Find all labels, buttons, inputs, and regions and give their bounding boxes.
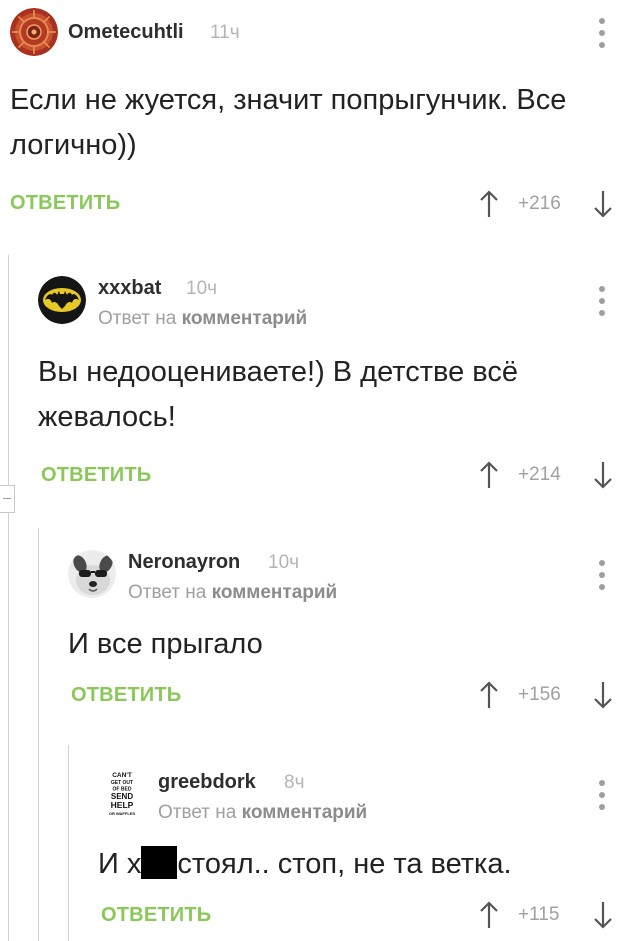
more-options-icon[interactable] xyxy=(593,286,611,318)
arrow-down-icon[interactable] xyxy=(592,680,614,710)
reply-to-info: Ответ на комментарий xyxy=(98,308,307,330)
reply-button[interactable]: ОТВЕТИТЬ xyxy=(10,192,120,215)
arrow-up-icon[interactable] xyxy=(478,900,500,930)
reply-to-info: Ответ на комментарий xyxy=(128,582,337,604)
comment-text-start: И х xyxy=(98,848,142,880)
avatar-text-line-2: GET OUT xyxy=(111,780,133,786)
arrow-down-icon[interactable] xyxy=(592,900,614,930)
rating-value: +156 xyxy=(518,684,561,705)
comment-text: И х стоял.. стоп, не та ветка. xyxy=(98,842,578,887)
comment-text-end: стоял.. стоп, не та ветка. xyxy=(177,848,512,880)
reply-to-info: Ответ на комментарий xyxy=(158,802,367,824)
avatar-text-line-1: CAN'T xyxy=(112,772,132,779)
comment-author[interactable]: greebdork xyxy=(158,771,256,794)
batman-logo-avatar[interactable] xyxy=(38,276,86,324)
reply-button[interactable]: ОТВЕТИТЬ xyxy=(71,684,181,707)
dog-with-sunglasses-avatar[interactable] xyxy=(68,550,116,598)
comment-author[interactable]: Neronayron xyxy=(128,551,240,574)
comment-time: 8ч xyxy=(284,772,305,793)
aztec-calendar-avatar[interactable] xyxy=(10,8,58,56)
arrow-up-icon[interactable] xyxy=(478,680,500,710)
thread-line-level-3 xyxy=(68,745,69,941)
reply-to-link[interactable]: комментарий xyxy=(242,802,368,823)
arrow-up-icon[interactable] xyxy=(478,189,500,219)
reply-to-prefix: Ответ на xyxy=(128,582,207,603)
comment-time: 10ч xyxy=(186,278,218,299)
comment-xxxbat: xxxbat 10ч Ответ на комментарий Вы недоо… xyxy=(38,276,620,506)
collapse-thread-button[interactable] xyxy=(0,485,15,513)
censor-block xyxy=(141,846,178,879)
reply-button[interactable]: ОТВЕТИТЬ xyxy=(41,464,151,487)
thread-line-level-2 xyxy=(38,528,39,941)
more-options-icon[interactable] xyxy=(593,780,611,812)
reply-button[interactable]: ОТВЕТИТЬ xyxy=(101,904,211,927)
reply-to-prefix: Ответ на xyxy=(98,308,177,329)
thread-line-level-1 xyxy=(8,255,9,941)
comment-text: Если не жуется, значит попрыгунчик. Все … xyxy=(10,84,567,161)
arrow-up-icon[interactable] xyxy=(478,460,500,490)
comment-text: Вы недооцениваете!) В детстве всё жевало… xyxy=(38,356,518,433)
comment-author[interactable]: xxxbat xyxy=(98,277,161,300)
reply-to-link[interactable]: комментарий xyxy=(182,308,308,329)
avatar-text-line-6: OR WAFFLES xyxy=(109,811,136,816)
more-options-icon[interactable] xyxy=(593,18,611,50)
comment-time: 10ч xyxy=(268,552,300,573)
comment-ometecuhtli: Ometecuhtli 11ч Если не жуется, значит п… xyxy=(10,8,620,238)
comment-greebdork: CAN'T GET OUT OF BED SEND HELP OR WAFFLE… xyxy=(98,770,620,941)
comment-text: И все прыгало xyxy=(68,628,263,660)
arrow-down-icon[interactable] xyxy=(592,189,614,219)
comment-time: 11ч xyxy=(210,22,240,43)
comment-neronayron: Neronayron 10ч Ответ на комментарий И вс… xyxy=(68,550,620,730)
rating-value: +214 xyxy=(518,464,561,485)
rating-value: +115 xyxy=(518,904,560,925)
reply-to-prefix: Ответ на xyxy=(158,802,237,823)
reply-to-link[interactable]: комментарий xyxy=(212,582,338,603)
rating-value: +216 xyxy=(518,193,561,214)
comment-author[interactable]: Ometecuhtli xyxy=(68,21,184,44)
more-options-icon[interactable] xyxy=(593,560,611,592)
avatar-text-line-5: HELP xyxy=(111,800,134,810)
cant-get-out-of-bed-send-help-avatar[interactable]: CAN'T GET OUT OF BED SEND HELP OR WAFFLE… xyxy=(98,770,146,818)
arrow-down-icon[interactable] xyxy=(592,460,614,490)
